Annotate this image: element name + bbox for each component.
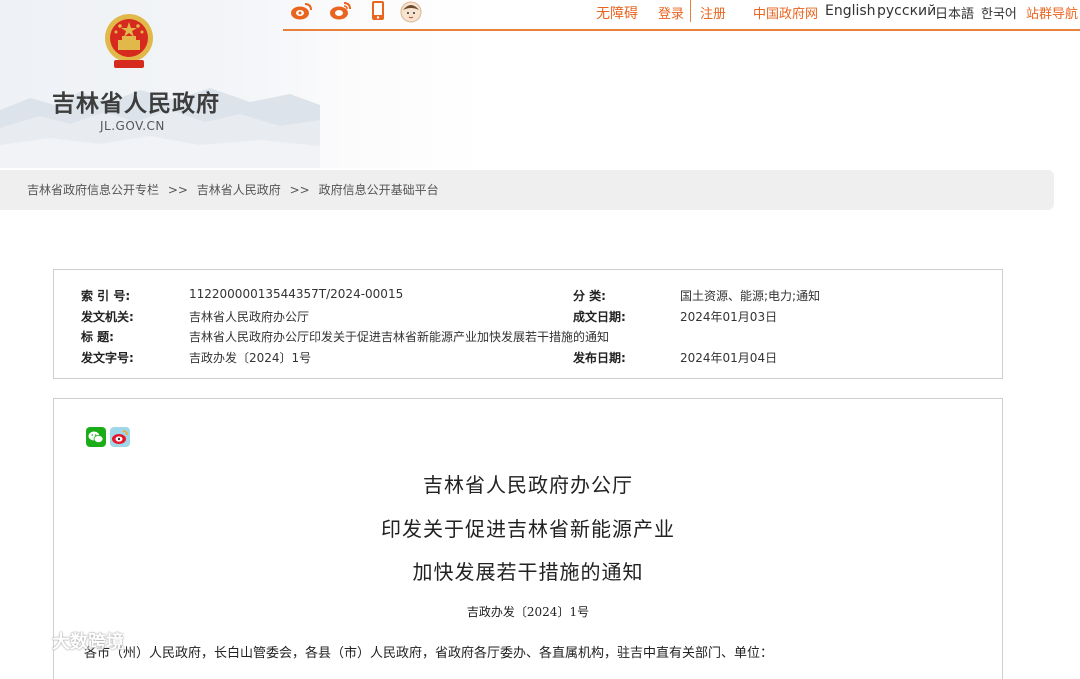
- breadcrumb-item-government[interactable]: 吉林省人民政府: [197, 183, 281, 197]
- watermark-text: 大数跨境: [52, 632, 124, 653]
- site-domain: JL.GOV.CN: [100, 119, 165, 133]
- document-title-line-1: 吉林省人民政府办公厅: [423, 473, 633, 497]
- site-title[interactable]: 吉林省人民政府: [52, 84, 220, 118]
- accessibility-link[interactable]: 无障碍: [596, 3, 638, 23]
- russian-link[interactable]: русский: [877, 3, 936, 19]
- china-gov-link[interactable]: 中国政府网: [753, 3, 818, 22]
- document-metadata-table: 索 引 号: 11220000013544357T/2024-00015 分 类…: [53, 269, 1003, 379]
- register-link[interactable]: 注册: [700, 3, 726, 22]
- login-link[interactable]: 登录: [658, 3, 684, 22]
- document-title-line-3: 加快发展若干措施的通知: [412, 560, 644, 584]
- title-value: 吉林省人民政府办公厅印发关于促进吉林省新能源产业加快发展若干措施的通知: [189, 330, 610, 344]
- written-date-label: 成文日期:: [573, 310, 626, 324]
- written-date-value: 2024年01月03日: [680, 310, 778, 324]
- breadcrumb: 吉林省政府信息公开专栏 >> 吉林省人民政府 >> 政府信息公开基础平台: [0, 170, 1054, 210]
- title-label: 标 题:: [81, 330, 114, 344]
- category-value: 国土资源、能源;电力;通知: [680, 289, 821, 303]
- doc-number-value: 吉政办发〔2024〕1号: [189, 351, 312, 365]
- korean-link[interactable]: 한국어: [981, 3, 1017, 22]
- site-header: 吉林省人民政府 JL.GOV.CN 无障碍 登录 注册 中国政府网 Englis…: [0, 0, 1080, 168]
- document-body-text: 各市（州）人民政府，长白山管委会，各县（市）人民政府，省政府各厅委办、各直属机构…: [84, 646, 774, 661]
- document-content: 吉林省人民政府办公厅 印发关于促进吉林省新能源产业 加快发展若干措施的通知 吉政…: [53, 398, 1003, 679]
- breadcrumb-item-platform[interactable]: 政府信息公开基础平台: [319, 183, 439, 197]
- issuer-value: 吉林省人民政府办公厅: [189, 310, 310, 324]
- link-divider: [690, 0, 691, 22]
- japanese-link[interactable]: 日本語: [935, 3, 974, 22]
- watermark-logo-icon: [10, 627, 45, 652]
- index-number-value: 11220000013544357T/2024-00015: [189, 287, 404, 301]
- english-link[interactable]: English: [825, 3, 876, 19]
- document-number: 吉政办发〔2024〕1号: [466, 605, 590, 619]
- publish-date-value: 2024年01月04日: [680, 351, 778, 365]
- doc-number-label: 发文字号:: [81, 351, 134, 365]
- breadcrumb-item-info-column[interactable]: 吉林省政府信息公开专栏: [27, 183, 159, 197]
- document-title-line-2: 印发关于促进吉林省新能源产业: [381, 517, 675, 541]
- category-label: 分 类:: [573, 289, 606, 303]
- issuer-label: 发文机关:: [81, 310, 134, 324]
- site-nav-link[interactable]: 站群导航: [1026, 3, 1078, 22]
- top-link-bar: 无障碍 登录 注册 中国政府网 English русский 日本語 한국어 …: [0, 0, 1080, 28]
- watermark: 大数跨境: [8, 624, 124, 654]
- publish-date-label: 发布日期:: [573, 351, 626, 365]
- weibo-share-icon[interactable]: [110, 427, 130, 447]
- index-number-label: 索 引 号:: [81, 289, 131, 303]
- wechat-icon[interactable]: [86, 427, 106, 447]
- breadcrumb-separator: >>: [167, 183, 188, 197]
- breadcrumb-separator: >>: [289, 183, 310, 197]
- header-accent-line: [283, 29, 1080, 31]
